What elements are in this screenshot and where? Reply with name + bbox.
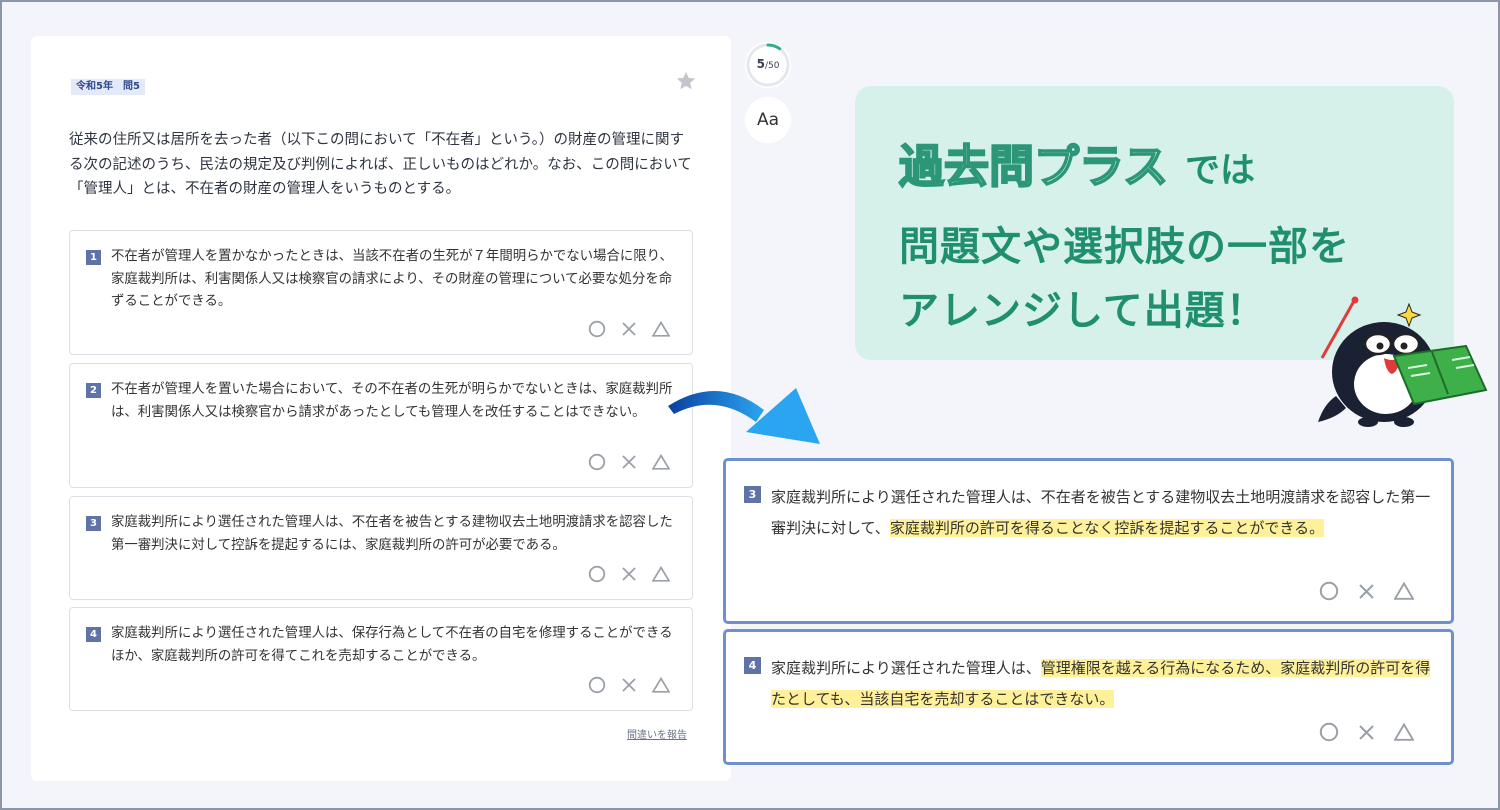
progress-indicator: 5/50 <box>745 42 791 88</box>
circle-icon[interactable] <box>1319 581 1339 601</box>
choice-3[interactable]: 3 家庭裁判所により選任された管理人は、不在者を被告とする建物収去土地明渡請求を… <box>69 496 693 600</box>
choice-number: 4 <box>86 627 101 642</box>
circle-icon[interactable] <box>1319 722 1339 742</box>
exam-year-tag: 令和5年 問5 <box>71 79 145 95</box>
progress-text: 5/50 <box>745 57 791 71</box>
choice-4[interactable]: 4 家庭裁判所により選任された管理人は、保存行為として不在者の自宅を修理すること… <box>69 607 693 711</box>
answer-marks <box>588 676 670 694</box>
choice-number: 4 <box>744 657 761 674</box>
report-error-link[interactable]: 間違いを報告 <box>627 726 687 741</box>
progress-current: 5 <box>756 57 765 71</box>
triangle-icon[interactable] <box>1394 582 1414 600</box>
cross-icon[interactable] <box>621 454 637 470</box>
star-icon[interactable] <box>675 70 697 92</box>
answer-marks <box>1319 722 1414 742</box>
cross-icon[interactable] <box>1358 583 1375 600</box>
choice-number: 3 <box>86 516 101 531</box>
choice-text-plain: 家庭裁判所により選任された管理人は、 <box>771 659 1041 677</box>
choice-number: 3 <box>744 486 761 503</box>
arranged-choice-text: 家庭裁判所により選任された管理人は、不在者を被告とする建物収去土地明渡請求を認容… <box>771 482 1431 544</box>
cross-icon[interactable] <box>621 566 637 582</box>
promo-brand: 過去問プラス <box>898 139 1169 194</box>
question-text: 従来の住所又は居所を去った者（以下この問において「不在者」という。）の財産の管理… <box>69 132 692 197</box>
promo-brand-suffix: では <box>1185 151 1256 191</box>
progress-total: /50 <box>764 61 780 71</box>
arranged-choice-text: 家庭裁判所により選任された管理人は、管理権限を越える行為になるため、家庭裁判所の… <box>771 653 1431 715</box>
cross-icon[interactable] <box>621 677 637 693</box>
cross-icon[interactable] <box>621 321 637 337</box>
font-size-button[interactable]: Aa <box>745 97 791 143</box>
choice-text: 不在者が管理人を置かなかったときは、当該不在者の生死が７年間明らかでない場合に限… <box>111 249 673 309</box>
arranged-choice-4[interactable]: 4 家庭裁判所により選任された管理人は、管理権限を越える行為になるため、家庭裁判… <box>723 629 1454 765</box>
answer-marks <box>1319 581 1414 601</box>
promo-line-2: アレンジして出題！ <box>899 288 1267 334</box>
choice-number: 2 <box>86 383 101 398</box>
choice-text: 不在者が管理人を置いた場合において、その不在者の生死が明らかでないときは、家庭裁… <box>111 382 673 420</box>
cross-icon[interactable] <box>1358 724 1375 741</box>
answer-marks <box>588 453 670 471</box>
answer-marks <box>588 565 670 583</box>
choice-1[interactable]: 1 不在者が管理人を置かなかったときは、当該不在者の生死が７年間明らかでない場合… <box>69 230 693 355</box>
triangle-icon[interactable] <box>1394 723 1414 741</box>
arranged-highlight: 家庭裁判所の許可を得ることなく控訴を提起することができる。 <box>889 519 1325 537</box>
circle-icon[interactable] <box>588 565 606 583</box>
arranged-choice-3[interactable]: 3 家庭裁判所により選任された管理人は、不在者を被告とする建物収去土地明渡請求を… <box>723 458 1454 624</box>
choice-2[interactable]: 2 不在者が管理人を置いた場合において、その不在者の生死が明らかでないときは、家… <box>69 363 693 488</box>
circle-icon[interactable] <box>588 676 606 694</box>
choice-number: 1 <box>86 250 101 265</box>
question-card: 令和5年 問5 従来の住所又は居所を去った者（以下この問において「不在者」という… <box>31 36 731 781</box>
choice-text: 家庭裁判所により選任された管理人は、不在者を被告とする建物収去土地明渡請求を認容… <box>111 515 673 553</box>
circle-icon[interactable] <box>588 320 606 338</box>
choice-text: 家庭裁判所により選任された管理人は、保存行為として不在者の自宅を修理することがで… <box>111 626 673 664</box>
triangle-icon[interactable] <box>652 566 670 582</box>
answer-marks <box>588 320 670 338</box>
circle-icon[interactable] <box>588 453 606 471</box>
arrow-icon <box>668 388 820 444</box>
triangle-icon[interactable] <box>652 677 670 693</box>
penguin-mascot-icon <box>1318 296 1488 427</box>
triangle-icon[interactable] <box>652 321 670 337</box>
promo-line-1: 問題文や選択肢の一部を <box>899 224 1350 270</box>
